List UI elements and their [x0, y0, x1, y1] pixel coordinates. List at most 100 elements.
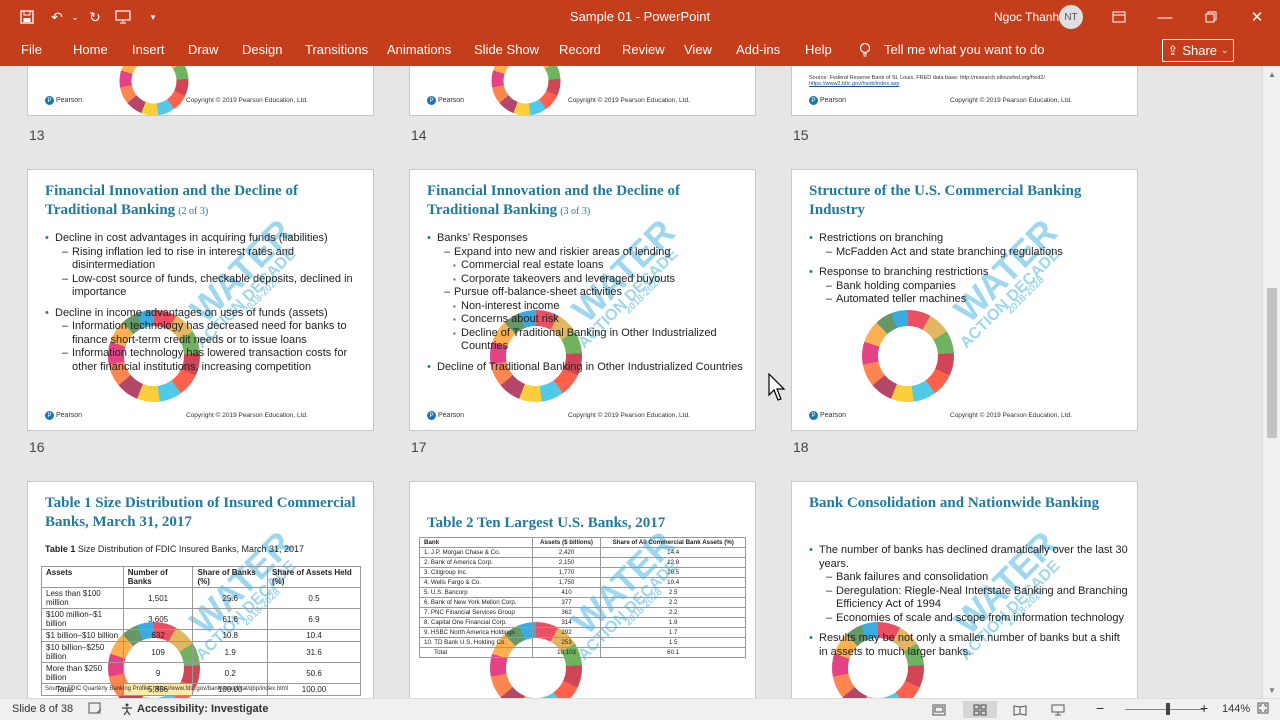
avatar[interactable]: NT [1059, 5, 1083, 29]
slide-source: Source: Federal Reserve Bank of St. Loui… [809, 75, 1046, 87]
zoom-slider-thumb[interactable] [1166, 703, 1170, 715]
slide-number-15: 15 [793, 127, 809, 143]
tab-record[interactable]: Record [559, 42, 601, 57]
table-row: 10. TD Bank U.S. Holding Co. 253 1.5 [419, 637, 746, 648]
chevron-down-icon: ⌄ [1221, 45, 1229, 55]
pearson-logo: P Pearson [809, 411, 846, 420]
slide-thumbnail-15[interactable]: Source: Federal Reserve Bank of St. Loui… [791, 66, 1138, 116]
slide-thumbnail-18[interactable]: WATER ACTION DECADE 2018-2028 Structure … [791, 169, 1138, 431]
close-icon[interactable]: ✕ [1234, 2, 1280, 32]
zoom-in-icon[interactable]: + [1200, 700, 1208, 716]
reading-view-icon[interactable] [1008, 701, 1032, 718]
slide-sorter-view-icon[interactable] [963, 701, 997, 718]
slide-thumbnail-19[interactable]: WATER ACTION DECADE 2018-2028 Table 1 Si… [27, 481, 374, 698]
table-row: 4. Wells Fargo & Co. 1,750 10.4 [419, 577, 746, 588]
copyright-text: Copyright © 2019 Pearson Education, Ltd. [950, 97, 1072, 104]
slide-title: Financial Innovation and the Decline of … [45, 183, 298, 218]
slide-number-17: 17 [411, 439, 427, 455]
pearson-logo: P Pearson [427, 96, 464, 105]
slide-counter: Slide 8 of 38 [12, 703, 74, 715]
tab-home[interactable]: Home [73, 42, 108, 57]
size-distribution-table: Assets Number of Banks Share of Banks (%) S… [41, 566, 362, 696]
table-row: 3. Citigroup Inc. 1,770 10.5 [419, 567, 746, 578]
largest-banks-table: Bank Assets ($ billions) Share of All Comm… [419, 537, 746, 658]
accessibility-icon[interactable] [120, 702, 134, 719]
slide-footer: P Pearson Copyright © 2019 Pearson Educat… [45, 96, 360, 108]
slide-bullets: The number of banks has declined dramati… [809, 544, 1129, 659]
table-row: $100 million–$1 billion 3,605 61.6 6.9 [41, 608, 362, 630]
slide-thumbnail-13[interactable]: P Pearson Copyright © 2019 Pearson Educat… [27, 66, 374, 116]
vertical-scrollbar[interactable]: ▲ ▼ [1262, 66, 1280, 698]
table-row: 8. Capital One Financial Corp. 314 1.9 [419, 617, 746, 628]
slide-footer: P Pearson Copyright © 2019 Pearson Educat… [427, 411, 742, 423]
table-header-row: Assets Number of Banks Share of Banks (%) S… [41, 566, 362, 588]
tab-insert[interactable]: Insert [132, 42, 165, 57]
minimize-icon[interactable]: — [1142, 2, 1188, 32]
document-title: Sample 01 - PowerPoint [569, 9, 711, 24]
copyright-text: Copyright © 2019 Pearson Education, Ltd. [568, 412, 690, 419]
copyright-text: Copyright © 2019 Pearson Education, Ltd. [950, 412, 1072, 419]
slide-thumbnail-20[interactable]: WATER ACTION DECADE 2018-2028 Table 2 Te… [409, 481, 756, 698]
tell-me-search[interactable]: Tell me what you want to do [884, 42, 1044, 57]
mouse-cursor-icon [768, 373, 786, 401]
slide-thumbnail-16[interactable]: WATER ACTION DECADE 2018-2028 Financial … [27, 169, 374, 431]
table-header-row: Bank Assets ($ billions) Share of All Comm… [419, 537, 746, 548]
table-row: 9. HSBC North America Holdings 292 1.7 [419, 627, 746, 638]
title-bar: ↶ ⌄ ↻ ▾ Sample 01 - PowerPoint Ngoc Than… [0, 0, 1280, 34]
zoom-level[interactable]: 144% [1222, 703, 1250, 715]
tab-draw[interactable]: Draw [188, 42, 218, 57]
copyright-text: Copyright © 2019 Pearson Education, Ltd. [186, 412, 308, 419]
table-row: 1. J.P. Morgan Chase & Co. 2,420 14.4 [419, 547, 746, 558]
status-bar: Slide 8 of 38 Accessibility: Investigate… [0, 698, 1280, 720]
table-row: Total 10,103 60.1 [419, 647, 746, 658]
copyright-text: Copyright © 2019 Pearson Education, Ltd. [568, 97, 690, 104]
slide-title: Structure of the U.S. Commercial Banking… [809, 183, 1082, 218]
restore-icon[interactable] [1188, 2, 1234, 32]
tab-design[interactable]: Design [242, 42, 282, 57]
tab-review[interactable]: Review [622, 42, 665, 57]
slideshow-view-icon[interactable] [1046, 701, 1070, 718]
notes-icon[interactable] [88, 701, 102, 718]
scroll-down-arrow-icon[interactable]: ▼ [1263, 682, 1280, 698]
tab-file[interactable]: File [21, 42, 42, 57]
zoom-out-icon[interactable]: − [1096, 700, 1104, 716]
scroll-thumb[interactable] [1267, 288, 1277, 438]
slide-footer: P Pearson Copyright © 2019 Pearson Educat… [809, 411, 1124, 423]
slide-bullets: Banks’ Responses Expand into new and ris… [427, 232, 747, 374]
tab-help[interactable]: Help [805, 42, 832, 57]
tab-view[interactable]: View [684, 42, 712, 57]
share-button[interactable]: ⇪ Share ⌄ [1162, 39, 1234, 62]
scroll-up-arrow-icon[interactable]: ▲ [1263, 66, 1280, 82]
tab-animations[interactable]: Animations [387, 42, 451, 57]
slide-number-16: 16 [29, 439, 45, 455]
slide-title: Bank Consolidation and Nationwide Bankin… [809, 495, 1100, 511]
tab-transitions[interactable]: Transitions [305, 42, 368, 57]
slide-thumbnail-14[interactable]: P Pearson Copyright © 2019 Pearson Educat… [409, 66, 756, 116]
fit-to-window-icon[interactable] [1256, 701, 1270, 718]
copyright-text: Copyright © 2019 Pearson Education, Ltd. [186, 97, 308, 104]
zoom-slider-track[interactable] [1125, 709, 1205, 710]
slide-footer: P Pearson Copyright © 2019 Pearson Educat… [809, 96, 1124, 108]
slide-title: Table 1 Size Distribution of Insured Com… [45, 495, 356, 530]
pearson-logo: P Pearson [45, 96, 82, 105]
ribbon-display-icon[interactable] [1096, 2, 1142, 32]
pearson-logo: P Pearson [45, 411, 82, 420]
user-name[interactable]: Ngoc Thanh [994, 10, 1059, 24]
table-row: Less than $100 million 1,501 25.6 0.5 [41, 587, 362, 609]
slide-thumbnail-21[interactable]: WATER ACTION DECADE 2018-2028 Bank Conso… [791, 481, 1138, 698]
tab-add-ins[interactable]: Add-ins [736, 42, 780, 57]
table-row: 6. Bank of New York Mellon Corp. 377 2.2 [419, 597, 746, 608]
sdg-ring-icon [491, 66, 561, 115]
pearson-logo: P Pearson [809, 96, 846, 105]
slide-thumbnail-17[interactable]: WATER ACTION DECADE 2018-2028 Financial … [409, 169, 756, 431]
table-caption: Table 1 Size Distribution of FDIC Insure… [45, 544, 304, 554]
sdg-ring-icon [119, 66, 189, 115]
share-icon: ⇪ [1167, 42, 1179, 58]
table-source: Source: FDIC Quarterly Banking Profile, … [45, 686, 289, 692]
accessibility-status[interactable]: Accessibility: Investigate [137, 703, 268, 715]
pearson-logo: P Pearson [427, 411, 464, 420]
table-row: $1 billion–$10 billion 632 10.8 10.4 [41, 629, 362, 642]
table-row: 5. U.S. Bancorp 410 2.5 [419, 587, 746, 598]
normal-view-icon[interactable] [927, 701, 951, 718]
tab-slide-show[interactable]: Slide Show [474, 42, 539, 57]
